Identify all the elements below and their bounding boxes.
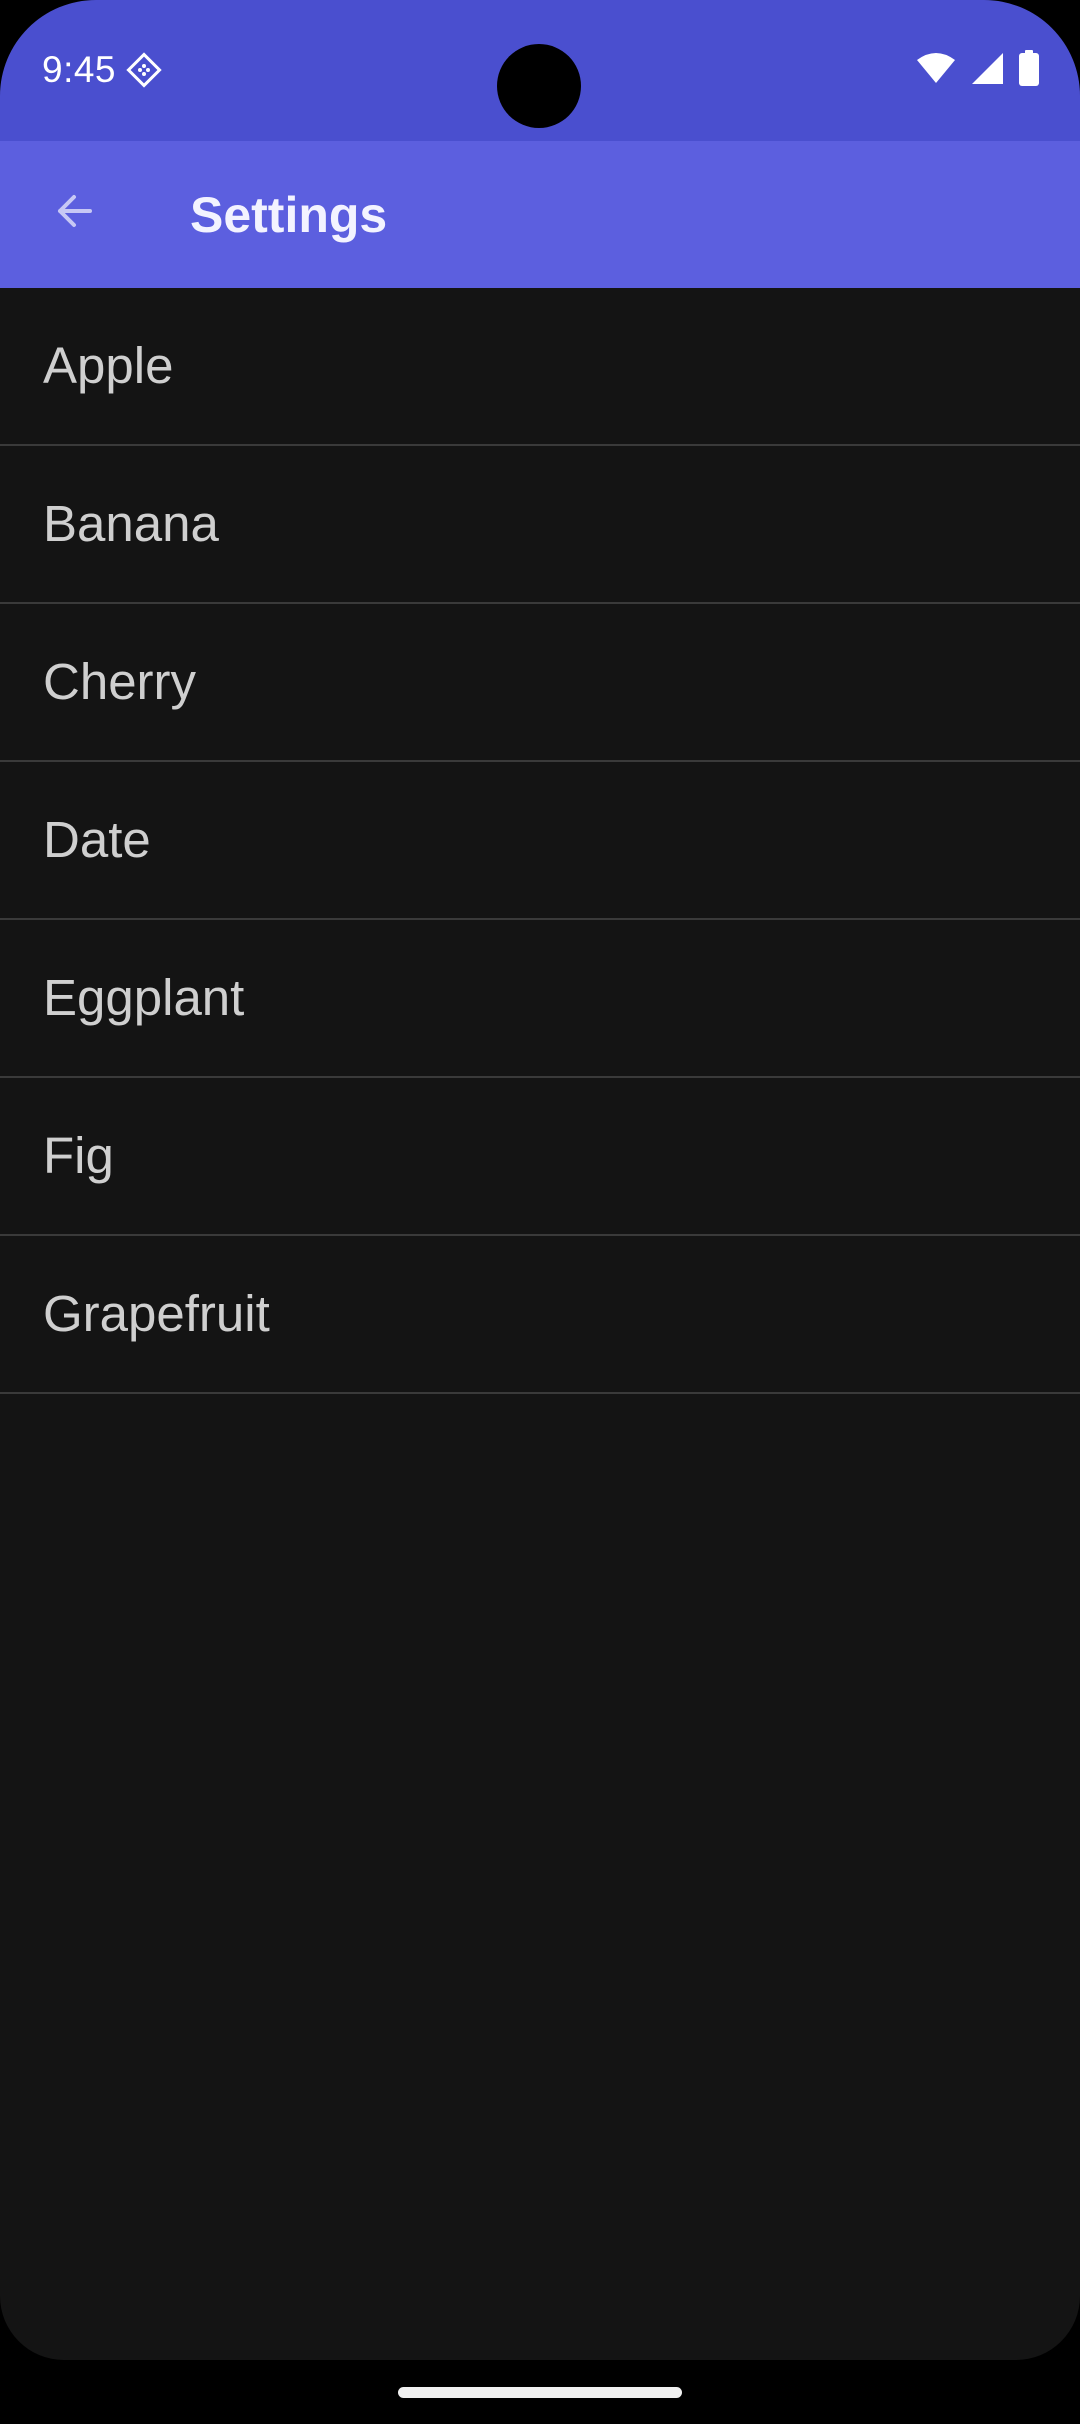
- app-notification-icon: [126, 52, 162, 88]
- list-item-date[interactable]: Date: [0, 762, 1080, 920]
- list-item-apple[interactable]: Apple: [0, 288, 1080, 446]
- list-item-fig[interactable]: Fig: [0, 1078, 1080, 1236]
- status-bar: 9:45: [0, 0, 1080, 141]
- list-item-label: Eggplant: [43, 969, 245, 1026]
- list-item-banana[interactable]: Banana: [0, 446, 1080, 604]
- status-icons: [916, 49, 1040, 91]
- list-item-label: Apple: [43, 337, 174, 394]
- status-time: 9:45: [42, 49, 117, 90]
- settings-list: Apple Banana Cherry Date Eggplant Fig Gr…: [0, 288, 1080, 1394]
- list-item-label: Fig: [43, 1127, 114, 1184]
- page-title: Settings: [190, 187, 388, 243]
- list-item-grapefruit[interactable]: Grapefruit: [0, 1236, 1080, 1394]
- list-item-label: Cherry: [43, 653, 197, 710]
- list-item-label: Banana: [43, 495, 219, 552]
- list-item-cherry[interactable]: Cherry: [0, 604, 1080, 762]
- list-item-eggplant[interactable]: Eggplant: [0, 920, 1080, 1078]
- back-button[interactable]: [28, 167, 120, 259]
- app-bar: Settings: [0, 141, 1080, 288]
- screen: 9:45 Settings Apple Banana Cherry Date E…: [0, 0, 1080, 2360]
- camera-cutout: [497, 44, 581, 128]
- list-item-label: Grapefruit: [43, 1285, 270, 1342]
- wifi-icon: [916, 52, 956, 89]
- list-item-label: Date: [43, 811, 151, 868]
- home-gesture-handle[interactable]: [398, 2387, 682, 2398]
- arrow-back-icon: [52, 189, 96, 238]
- battery-icon: [1018, 49, 1040, 91]
- cellular-signal-icon: [970, 51, 1004, 90]
